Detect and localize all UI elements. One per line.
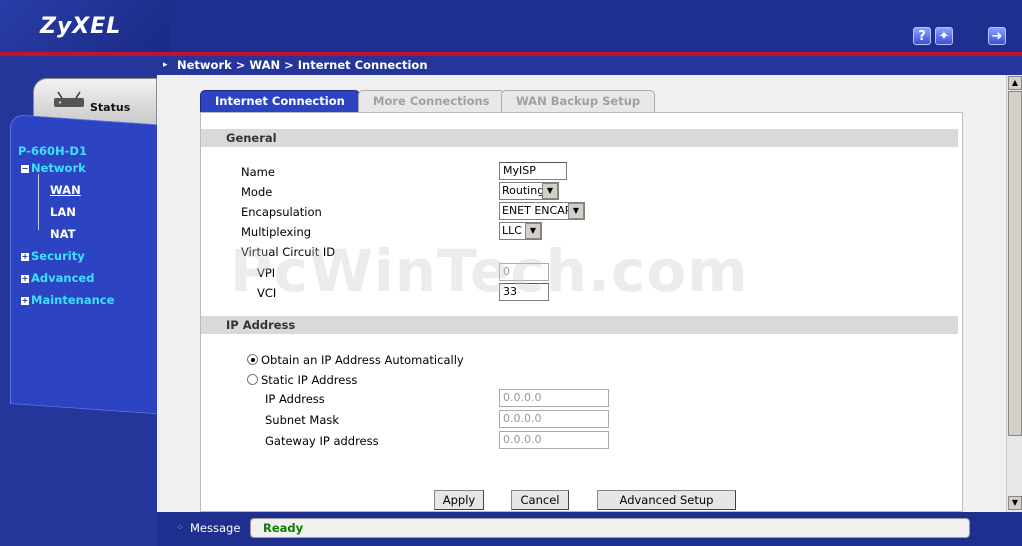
encapsulation-select[interactable]: ENET ENCAP ▼: [499, 202, 585, 220]
gateway-label: Gateway IP address: [265, 434, 379, 448]
help-icon[interactable]: ?: [913, 27, 931, 45]
name-input[interactable]: MyISP: [499, 162, 567, 180]
mode-select[interactable]: Routing ▼: [499, 182, 559, 200]
message-icon: ⁘: [176, 523, 184, 533]
status-label: Status: [90, 101, 131, 114]
device-model: P-660H-D1: [18, 144, 87, 158]
sidebar-item-advanced[interactable]: + Advanced: [21, 271, 94, 285]
section-ip-address: IP Address: [201, 316, 958, 334]
ip-address-label: IP Address: [265, 392, 325, 406]
multiplexing-label: Multiplexing: [241, 225, 312, 239]
tab-wan-backup-setup[interactable]: WAN Backup Setup: [501, 90, 656, 113]
breadcrumb: ▸ Network > WAN > Internet Connection: [157, 56, 1022, 75]
router-icon: [54, 91, 84, 107]
expand-icon: +: [21, 274, 29, 283]
cancel-button[interactable]: Cancel: [511, 490, 569, 510]
advanced-setup-button[interactable]: Advanced Setup: [597, 490, 736, 510]
vpi-input[interactable]: 0: [499, 263, 549, 281]
ip-address-input[interactable]: 0.0.0.0: [499, 389, 609, 407]
tree-connector: [38, 174, 39, 230]
scroll-up-icon[interactable]: ▲: [1008, 76, 1022, 90]
logout-icon[interactable]: ➜: [988, 27, 1006, 45]
subnet-mask-label: Subnet Mask: [265, 413, 340, 427]
radio-obtain-auto[interactable]: [247, 354, 258, 365]
static-ip-label: Static IP Address: [261, 373, 358, 387]
vci-input[interactable]: 33: [499, 283, 549, 301]
subnet-mask-input[interactable]: 0.0.0.0: [499, 410, 609, 428]
sidebar: Status P-660H-D1 − Network WAN LAN NAT + S…: [0, 56, 157, 546]
chevron-down-icon: ▼: [568, 203, 584, 219]
name-label: Name: [241, 165, 275, 179]
chevron-down-icon: ▼: [542, 183, 558, 199]
expand-icon: +: [21, 252, 29, 261]
breadcrumb-arrow-icon: ▸: [163, 60, 168, 70]
gateway-input[interactable]: 0.0.0.0: [499, 431, 609, 449]
expand-icon: +: [21, 296, 29, 305]
vci-label: VCI: [257, 286, 277, 300]
sidebar-item-maintenance[interactable]: + Maintenance: [21, 293, 114, 307]
obtain-auto-label: Obtain an IP Address Automatically: [261, 353, 464, 367]
multiplexing-select[interactable]: LLC ▼: [499, 222, 542, 240]
apply-button[interactable]: Apply: [434, 490, 484, 510]
form-panel: General Name MyISP Mode Routing ▼ Encapsu…: [200, 112, 963, 512]
sidebar-item-wan[interactable]: WAN: [50, 183, 81, 197]
message-box: Ready: [250, 518, 970, 538]
virtual-circuit-label: Virtual Circuit ID: [241, 245, 336, 259]
scroll-down-icon[interactable]: ▼: [1008, 496, 1022, 510]
encapsulation-label: Encapsulation: [241, 205, 322, 219]
scroll-thumb[interactable]: [1008, 91, 1022, 436]
section-general: General: [201, 129, 958, 147]
chevron-down-icon: ▼: [525, 223, 541, 239]
vpi-label: VPI: [257, 266, 276, 280]
content-frame: Internet Connection More Connections WAN…: [157, 75, 1006, 512]
collapse-icon: −: [21, 164, 29, 173]
sidebar-item-security[interactable]: + Security: [21, 249, 85, 263]
top-header: ZyXEL ? ✦ ➜: [0, 0, 1022, 52]
sidebar-item-network[interactable]: − Network: [21, 161, 86, 175]
sidebar-item-lan[interactable]: LAN: [50, 205, 76, 219]
zyxel-logo: ZyXEL: [40, 14, 122, 39]
sidebar-item-nat[interactable]: NAT: [50, 227, 75, 241]
tab-more-connections[interactable]: More Connections: [358, 90, 505, 113]
wizard-icon[interactable]: ✦: [935, 27, 953, 45]
mode-label: Mode: [241, 185, 273, 199]
vertical-scrollbar[interactable]: ▲ ▼: [1006, 75, 1022, 512]
tab-internet-connection[interactable]: Internet Connection: [200, 90, 360, 113]
message-label: Message: [190, 521, 241, 535]
status-bar: ⁘ Message Ready: [157, 512, 1022, 546]
nav-panel: [10, 114, 157, 415]
radio-static-ip[interactable]: [247, 374, 258, 385]
